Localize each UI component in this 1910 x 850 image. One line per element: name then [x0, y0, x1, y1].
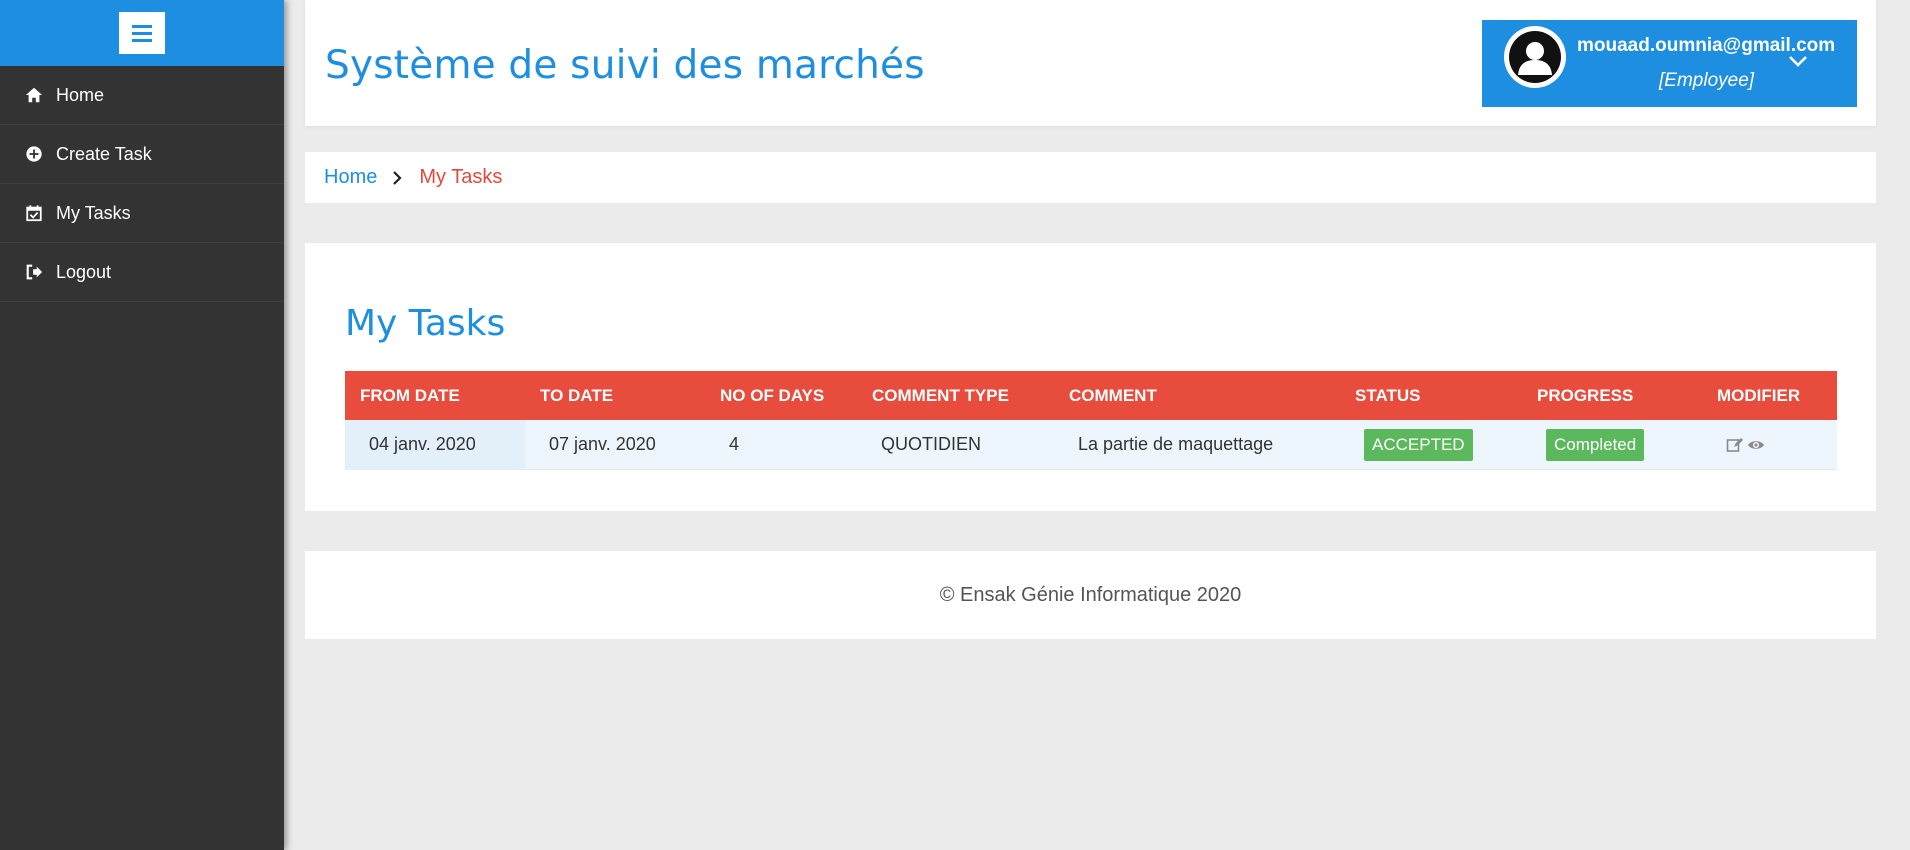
eye-icon[interactable] [1747, 437, 1765, 453]
days-cell: 4 [729, 434, 740, 454]
column-header[interactable]: COMMENT [1054, 386, 1340, 406]
sidebar-item-logout[interactable]: Logout [0, 243, 284, 302]
sidebar-item-label: My Tasks [56, 202, 131, 223]
home-icon [25, 86, 43, 104]
tasks-card: My Tasks FROM DATE TO DATE NO OF DAYS CO… [305, 243, 1876, 511]
top-header: Système de suivi des marchés mouaad.oumn… [305, 0, 1876, 126]
sidebar-item-home[interactable]: Home [0, 66, 284, 125]
sidebar-item-label: Home [56, 84, 105, 105]
user-avatar-icon [1504, 26, 1566, 88]
chevron-right-icon [391, 170, 405, 186]
sidebar: Home Create Task My Tasks Logout [0, 0, 284, 850]
tasks-table: FROM DATE TO DATE NO OF DAYS COMMENT TYP… [345, 371, 1837, 470]
column-header[interactable]: NO OF DAYS [705, 386, 857, 406]
page-title: My Tasks [345, 303, 506, 344]
column-header[interactable]: MODIFIER [1702, 386, 1837, 406]
progress-cell: Completed [1522, 420, 1702, 470]
edit-icon[interactable] [1726, 437, 1744, 453]
progress-badge: Completed [1546, 428, 1645, 461]
sign-out-icon [25, 263, 43, 281]
comment-cell: La partie de maquettage [1078, 434, 1274, 454]
from-date-cell: 04 janv. 2020 [345, 419, 525, 470]
status-badge: ACCEPTED [1364, 428, 1473, 461]
footer: © Ensak Génie Informatique 2020 [305, 551, 1876, 639]
breadcrumb: Home My Tasks [305, 152, 1876, 203]
column-header[interactable]: TO DATE [525, 386, 705, 406]
column-header[interactable]: STATUS [1340, 386, 1522, 406]
comment-type-cell: QUOTIDIEN [881, 434, 982, 454]
breadcrumb-current: My Tasks [419, 166, 503, 188]
chevron-down-icon[interactable] [1788, 54, 1808, 68]
breadcrumb-home-link[interactable]: Home [324, 166, 377, 189]
column-header[interactable]: COMMENT TYPE [857, 386, 1054, 406]
table-header: FROM DATE TO DATE NO OF DAYS COMMENT TYP… [345, 371, 1837, 420]
sidebar-item-create-task[interactable]: Create Task [0, 125, 284, 184]
sidebar-header [0, 0, 284, 66]
calendar-check-icon [25, 204, 43, 222]
sidebar-item-my-tasks[interactable]: My Tasks [0, 184, 284, 243]
user-role: [Employee] [1659, 70, 1755, 91]
app-title: Système de suivi des marchés [325, 43, 925, 88]
modifier-cell [1702, 420, 1837, 470]
table-row[interactable]: 04 janv. 2020 07 janv. 2020 4 QUOTIDIEN … [345, 419, 1837, 470]
user-menu[interactable]: mouaad.oumnia@gmail.com [Employee] [1482, 20, 1857, 107]
column-header[interactable]: FROM DATE [345, 386, 525, 406]
plus-circle-icon [25, 145, 43, 163]
footer-copyright: © Ensak Génie Informatique 2020 [939, 583, 1242, 606]
status-cell: ACCEPTED [1340, 420, 1522, 470]
sidebar-item-label: Create Task [56, 143, 152, 164]
to-date-cell: 07 janv. 2020 [549, 434, 656, 454]
sidebar-item-label: Logout [56, 261, 112, 282]
hamburger-menu-icon[interactable] [119, 12, 165, 54]
column-header[interactable]: PROGRESS [1522, 386, 1702, 406]
